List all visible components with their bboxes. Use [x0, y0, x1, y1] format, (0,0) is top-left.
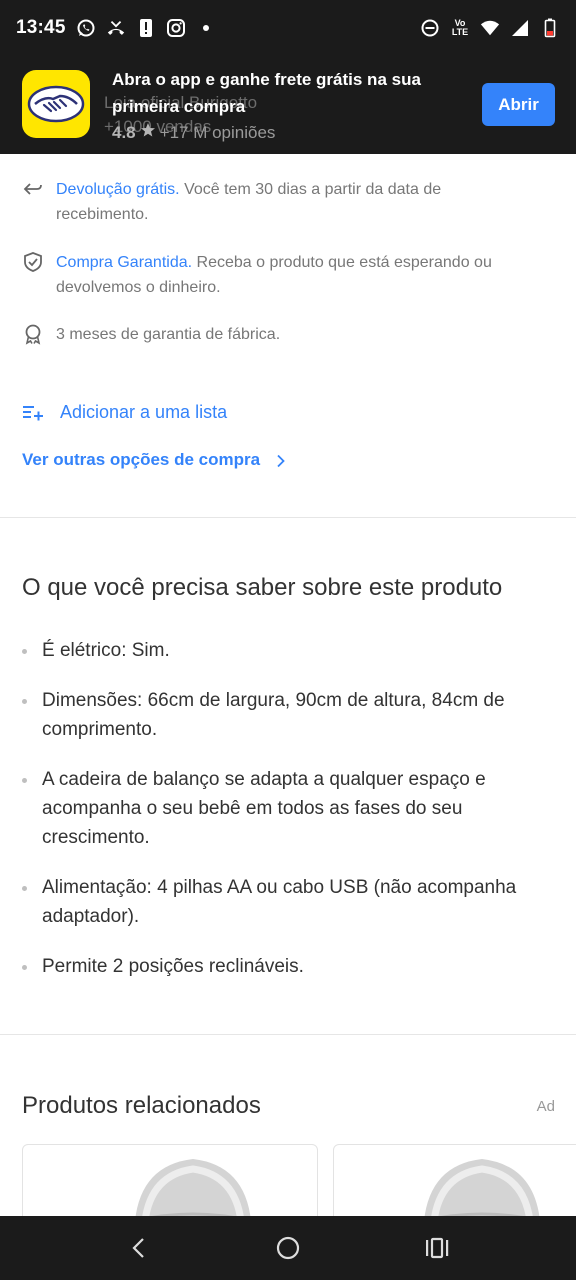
bullet-dot	[22, 965, 27, 970]
system-navigation-bar	[0, 1216, 576, 1280]
section-divider	[0, 1034, 576, 1035]
ad-label: Ad	[536, 1098, 555, 1115]
feature-item: Alimentação: 4 pilhas AA ou cabo USB (nã…	[22, 873, 562, 931]
benefit-warranty: 3 meses de garantia de fábrica.	[22, 322, 536, 347]
reviews-count: +17 M opiniões	[159, 122, 276, 142]
bullet-dot	[22, 699, 27, 704]
bullet-dot	[22, 649, 27, 654]
status-bar: 13:45 Vo LTE	[0, 0, 576, 56]
notification-icons	[76, 18, 216, 38]
wifi-icon	[480, 18, 500, 38]
app-install-banner: Loja oficial Burigotto +1000 vendas 4.8 …	[0, 56, 576, 154]
do-not-disturb-icon	[420, 18, 440, 38]
feature-item: Dimensões: 66cm de largura, 90cm de altu…	[22, 686, 562, 744]
volte-icon: Vo LTE	[451, 18, 469, 37]
section-divider	[0, 517, 576, 518]
missed-call-icon	[106, 18, 126, 38]
chevron-right-icon	[274, 453, 288, 468]
home-icon[interactable]	[268, 1228, 308, 1268]
return-arrow-icon	[22, 178, 44, 200]
back-icon[interactable]	[119, 1228, 159, 1268]
feature-item: A cadeira de balanço se adapta a qualque…	[22, 765, 562, 852]
bullet-dot	[22, 778, 27, 783]
product-info-title: O que você precisa saber sobre este prod…	[22, 574, 503, 601]
shield-check-icon	[22, 251, 44, 273]
benefit-free-return: Devolução grátis. Você tem 30 dias a par…	[22, 177, 536, 227]
whatsapp-icon	[76, 18, 96, 38]
other-purchase-options-link[interactable]: Ver outras opções de compra	[22, 450, 288, 470]
mercado-livre-logo	[22, 70, 90, 138]
system-icons: Vo LTE	[420, 18, 560, 38]
add-to-list-button[interactable]: Adicionar a uma lista	[22, 401, 227, 423]
rating-value: 4.8	[112, 122, 136, 142]
open-app-button[interactable]: Abrir	[482, 83, 555, 126]
signal-icon	[510, 18, 530, 38]
recent-apps-icon[interactable]	[417, 1228, 457, 1268]
related-products-title: Produtos relacionados	[22, 1092, 261, 1119]
feature-item: Permite 2 posições reclináveis.	[22, 952, 562, 981]
product-features-list: É elétrico: Sim. Dimensões: 66cm de larg…	[22, 636, 562, 1002]
add-to-list-label: Adicionar a uma lista	[60, 401, 228, 422]
guaranteed-purchase-link[interactable]: Compra Garantida.	[56, 254, 192, 271]
list-add-icon	[22, 401, 44, 423]
bullet-dot	[22, 886, 27, 891]
status-time: 13:45	[16, 17, 66, 38]
other-options-label: Ver outras opções de compra	[22, 450, 261, 469]
warranty-text: 3 meses de garantia de fábrica.	[56, 326, 281, 343]
benefit-guaranteed-purchase: Compra Garantida. Receba o produto que e…	[22, 250, 536, 300]
free-return-link[interactable]: Devolução grátis.	[56, 181, 180, 198]
award-ribbon-icon	[22, 323, 44, 345]
battery-icon	[540, 18, 560, 38]
star-icon	[140, 122, 156, 143]
banner-message: Abra o app e ganhe frete grátis na sua p…	[112, 70, 421, 116]
dot-icon	[196, 18, 216, 38]
alert-icon	[136, 18, 156, 38]
instagram-icon	[166, 18, 186, 38]
app-rating: 4.8 +17 M opiniões	[112, 122, 275, 143]
feature-item: É elétrico: Sim.	[22, 636, 562, 665]
